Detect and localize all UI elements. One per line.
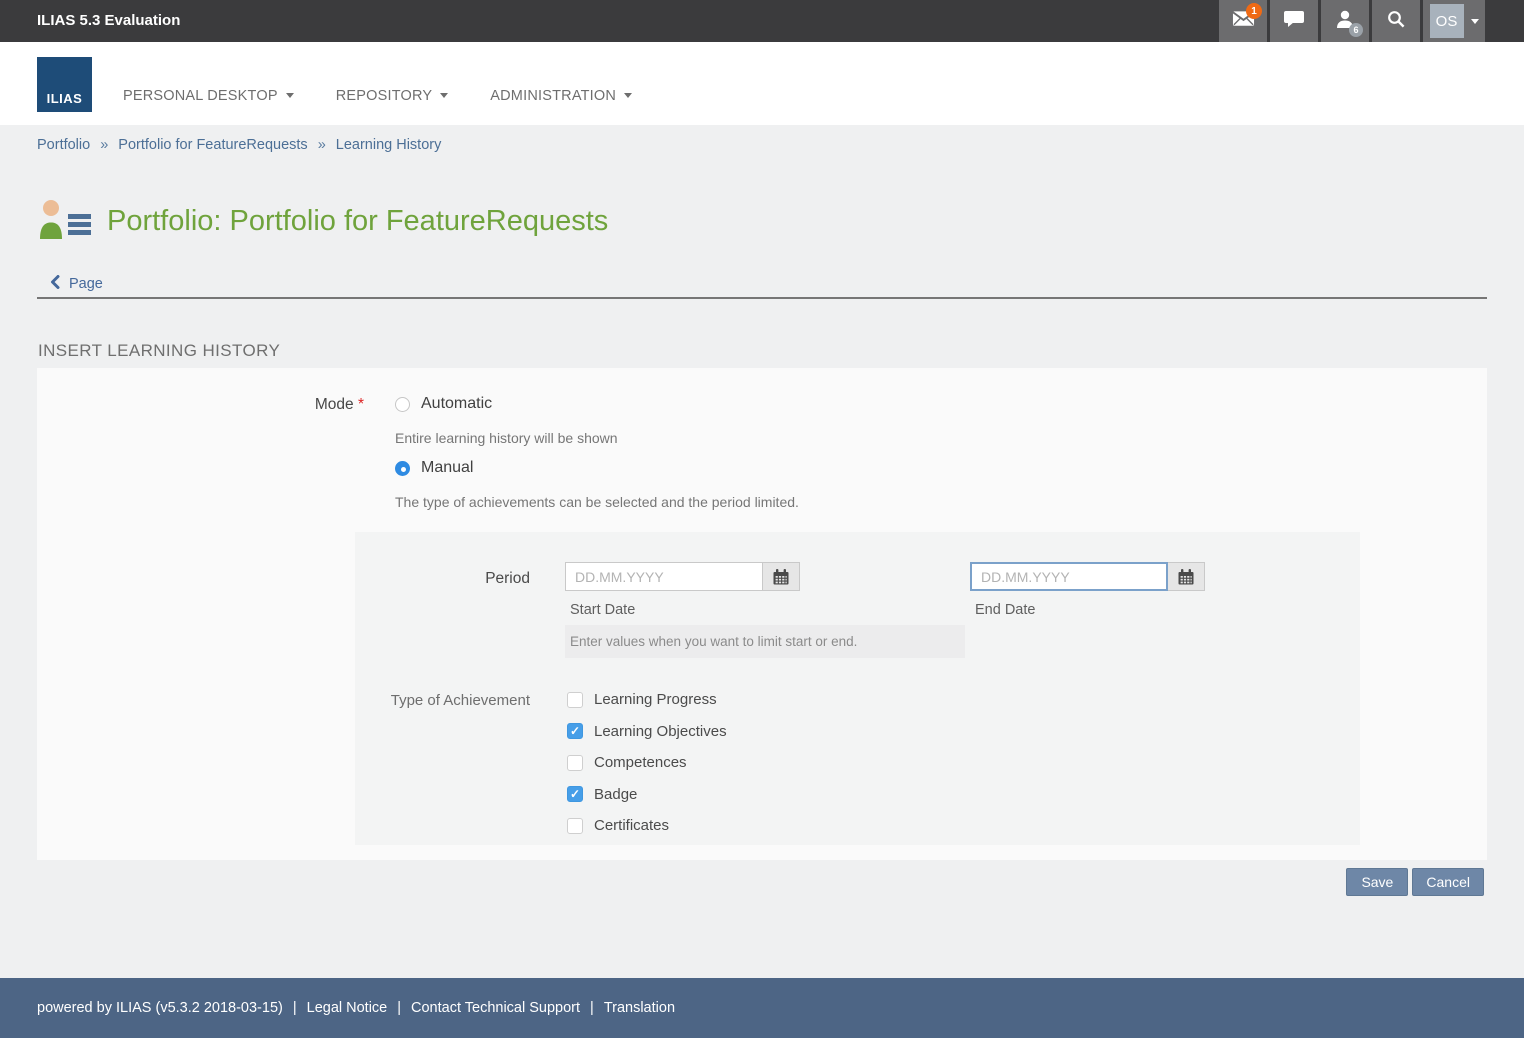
checkbox-label[interactable]: Learning Progress [594,691,717,708]
breadcrumb-portfolio[interactable]: Portfolio [37,137,90,153]
end-date-calendar-button[interactable] [1168,562,1205,591]
top-bar: ILIAS 5.3 Evaluation 1 6 OS [0,0,1524,42]
achievement-option-learning-objectives[interactable]: Learning Objectives [567,716,727,748]
topbar-icon-group: 1 6 OS [1219,0,1485,42]
contact-support-link[interactable]: Contact Technical Support [411,1000,580,1016]
achievement-option-competences[interactable]: Competences [567,747,727,779]
breadcrumb-portfolio-for-featurerequests[interactable]: Portfolio for FeatureRequests [118,137,307,153]
chevron-down-icon [440,93,448,98]
mail-button[interactable]: 1 [1219,0,1267,42]
form-actions: Save Cancel [1346,868,1484,896]
end-date-label: End Date [975,602,1035,618]
chat-icon [1283,10,1305,33]
chevron-left-icon [50,275,60,293]
main-navbar: ILIAS PERSONAL DESKTOP REPOSITORY ADMINI… [0,42,1524,125]
powered-by-link[interactable]: powered by ILIAS (v5.3.2 2018-03-15) [37,1000,283,1016]
end-date-input[interactable] [970,562,1168,591]
breadcrumb-separator: » [318,137,326,153]
checkbox-learning-objectives[interactable] [567,723,583,739]
checkbox-competences[interactable] [567,755,583,771]
avatar: OS [1430,4,1464,38]
who-is-online-button[interactable]: 6 [1321,0,1369,42]
ilias-logo[interactable]: ILIAS [37,57,92,112]
footer-separator: | [590,1000,594,1016]
online-count-badge: 6 [1349,23,1363,37]
search-button[interactable] [1372,0,1420,42]
radio-automatic[interactable] [395,397,410,412]
period-field-label: Period [355,570,530,588]
mail-count-badge: 1 [1246,3,1262,19]
tab-divider [37,297,1487,299]
footer-separator: | [293,1000,297,1016]
checkbox-label[interactable]: Learning Objectives [594,723,727,740]
main-menu: PERSONAL DESKTOP REPOSITORY ADMINISTRATI… [123,42,632,125]
start-date-label: Start Date [570,602,635,618]
breadcrumb-separator: » [100,137,108,153]
mode-option-automatic[interactable]: Automatic [395,395,492,413]
start-date-calendar-button[interactable] [763,562,800,591]
footer-separator: | [397,1000,401,1016]
end-date-group [970,562,1205,591]
search-icon [1386,9,1406,34]
form-section-title: INSERT LEARNING HISTORY [38,341,280,361]
calendar-icon [772,568,790,586]
checkbox-label[interactable]: Certificates [594,817,669,834]
mode-field-label: Mode * [37,396,364,414]
checkbox-badge[interactable] [567,786,583,802]
checkbox-certificates[interactable] [567,818,583,834]
achievement-field-label: Type of Achievement [355,692,530,709]
translation-link[interactable]: Translation [604,1000,675,1016]
user-menu-button[interactable]: OS [1423,0,1485,42]
radio-automatic-label[interactable]: Automatic [421,395,492,413]
manual-settings-subform: Period [355,532,1360,845]
breadcrumb-learning-history[interactable]: Learning History [336,137,442,153]
menu-repository[interactable]: REPOSITORY [336,88,449,104]
achievement-option-badge[interactable]: Badge [567,779,727,811]
chat-button[interactable] [1270,0,1318,42]
required-marker: * [358,396,364,413]
start-date-input[interactable] [565,562,763,591]
menu-administration[interactable]: ADMINISTRATION [490,88,632,104]
manual-byline: The type of achievements can be selected… [395,494,799,510]
menu-label: REPOSITORY [336,88,433,104]
checkbox-learning-progress[interactable] [567,692,583,708]
achievement-option-certificates[interactable]: Certificates [567,810,727,842]
radio-manual[interactable] [395,461,410,476]
tab-page-back[interactable]: Page [50,275,103,293]
chevron-down-icon [624,93,632,98]
cancel-button[interactable]: Cancel [1412,868,1484,896]
radio-manual-label[interactable]: Manual [421,459,473,477]
portfolio-icon [37,197,93,246]
insert-learning-history-form: Mode * Automatic Entire learning history… [37,368,1487,860]
tab-page-label: Page [69,276,103,292]
client-title: ILIAS 5.3 Evaluation [37,0,180,42]
chevron-down-icon [1471,19,1479,24]
legal-notice-link[interactable]: Legal Notice [307,1000,388,1016]
menu-label: ADMINISTRATION [490,88,616,104]
achievement-checklist: Learning Progress Learning Objectives Co… [567,684,727,842]
page-content: Portfolio » Portfolio for FeatureRequest… [0,125,1524,978]
footer-text-row: powered by ILIAS (v5.3.2 2018-03-15) | L… [37,978,675,1038]
save-button[interactable]: Save [1346,868,1408,896]
mode-label-text: Mode [315,396,354,413]
start-date-group [565,562,800,591]
chevron-down-icon [286,93,294,98]
page-title: Portfolio: Portfolio for FeatureRequests [107,205,608,238]
menu-label: PERSONAL DESKTOP [123,88,278,104]
period-byline: Enter values when you want to limit star… [565,625,965,658]
automatic-byline: Entire learning history will be shown [395,430,618,446]
calendar-icon [1177,568,1195,586]
menu-personal-desktop[interactable]: PERSONAL DESKTOP [123,88,294,104]
checkbox-label[interactable]: Badge [594,786,637,803]
breadcrumb: Portfolio » Portfolio for FeatureRequest… [37,137,441,153]
footer: powered by ILIAS (v5.3.2 2018-03-15) | L… [0,978,1524,1038]
mode-option-manual[interactable]: Manual [395,459,473,477]
checkbox-label[interactable]: Competences [594,754,687,771]
page-title-row: Portfolio: Portfolio for FeatureRequests [37,197,608,246]
achievement-option-learning-progress[interactable]: Learning Progress [567,684,727,716]
